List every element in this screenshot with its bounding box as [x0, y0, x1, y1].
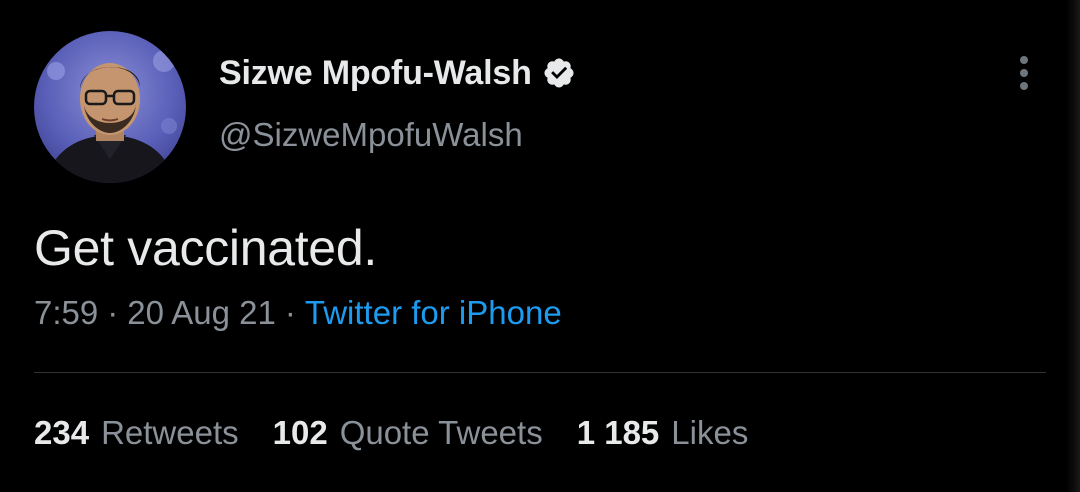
tweet-meta: 7:59 · 20 Aug 21 · Twitter for iPhone [34, 294, 562, 332]
tweet-source-link[interactable]: Twitter for iPhone [305, 294, 562, 332]
retweets-label: Retweets [101, 414, 239, 451]
quote-tweets-stat[interactable]: 102 Quote Tweets [273, 414, 543, 452]
more-options-button[interactable] [1004, 50, 1044, 96]
author-name-row: Sizwe Mpofu-Walsh [219, 50, 576, 96]
avatar[interactable] [34, 31, 186, 183]
likes-count: 1 185 [576, 414, 660, 451]
more-vertical-icon-dot [1020, 82, 1028, 90]
retweets-count: 234 [34, 414, 90, 451]
more-vertical-icon [1020, 56, 1028, 64]
tweet-detail: Sizwe Mpofu-Walsh @SizweMpofuWalsh Get v… [0, 0, 1080, 492]
display-name[interactable]: Sizwe Mpofu-Walsh [219, 54, 532, 93]
retweets-stat[interactable]: 234 Retweets [34, 414, 239, 452]
avatar-image [34, 31, 186, 183]
tweet-time[interactable]: 7:59 [34, 294, 98, 332]
tweet-date[interactable]: 20 Aug 21 [127, 294, 276, 332]
likes-stat[interactable]: 1 185 Likes [577, 414, 749, 452]
more-vertical-icon-dot [1020, 69, 1028, 77]
meta-separator: · [107, 294, 119, 331]
divider [34, 372, 1046, 373]
likes-label: Likes [671, 414, 749, 451]
quote-tweets-label: Quote Tweets [339, 414, 543, 451]
scroll-edge [1066, 0, 1080, 492]
tweet-stats: 234 Retweets 102 Quote Tweets 1 185 Like… [34, 414, 782, 452]
author-handle[interactable]: @SizweMpofuWalsh [219, 116, 523, 154]
meta-separator: · [284, 294, 296, 331]
quote-tweets-count: 102 [272, 414, 328, 451]
tweet-text: Get vaccinated. [34, 220, 377, 276]
verified-badge-icon [542, 56, 576, 90]
